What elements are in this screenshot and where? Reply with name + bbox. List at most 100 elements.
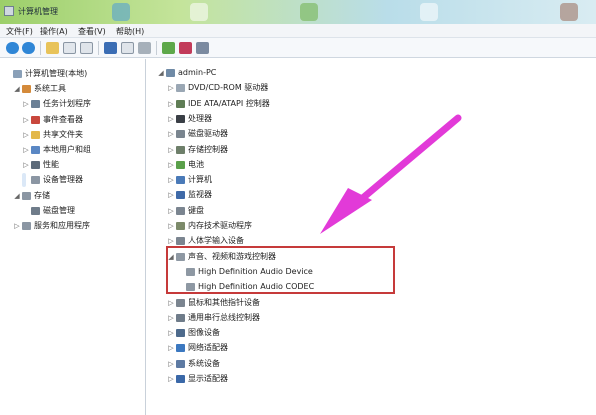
properties-icon[interactable] bbox=[80, 42, 93, 54]
tree-expander-icon[interactable]: ▷ bbox=[167, 188, 175, 202]
tree-expander-icon[interactable]: ▷ bbox=[167, 372, 175, 386]
tree-expander-icon[interactable]: ▷ bbox=[167, 173, 175, 187]
decor-blob bbox=[560, 3, 578, 21]
tree-expander-icon[interactable]: ▷ bbox=[167, 112, 175, 126]
up-folder-icon[interactable] bbox=[46, 42, 59, 54]
menu-help[interactable]: 帮助(H) bbox=[116, 26, 144, 37]
refresh-icon[interactable] bbox=[138, 42, 151, 54]
tree-expander-icon[interactable]: ▷ bbox=[22, 143, 30, 157]
tree-item-label: 共享文件夹 bbox=[43, 129, 83, 139]
hid-icon bbox=[176, 237, 185, 246]
ide-icon bbox=[176, 99, 185, 108]
computer-manage-app-icon bbox=[4, 6, 14, 16]
display-adapter-icon bbox=[176, 375, 185, 383]
tree-expander-icon[interactable]: ▷ bbox=[167, 127, 175, 141]
usb-icon bbox=[176, 313, 185, 322]
tree-item-label: 处理器 bbox=[188, 113, 212, 123]
tree-expander-icon[interactable]: ▷ bbox=[13, 219, 21, 233]
battery-icon bbox=[176, 160, 185, 169]
tree-item-label: DVD/CD-ROM 驱动器 bbox=[188, 83, 269, 93]
tree-expander-icon[interactable]: ◢ bbox=[157, 66, 165, 80]
scan-hardware-icon[interactable] bbox=[196, 42, 209, 54]
tree-item-label: 网络适配器 bbox=[188, 343, 228, 353]
pc-icon bbox=[166, 69, 175, 77]
toolbar-separator bbox=[40, 41, 41, 55]
services-icon bbox=[22, 222, 31, 230]
tree-item-label: 服务和应用程序 bbox=[34, 221, 90, 230]
tree-item-label: 系统工具 bbox=[34, 84, 66, 94]
tree-item-label: 图像设备 bbox=[188, 328, 220, 338]
tree-item-label: 计算机 bbox=[188, 175, 212, 185]
tree-expander-icon[interactable]: ▷ bbox=[22, 97, 30, 111]
performance-icon bbox=[31, 161, 40, 170]
tree-item[interactable]: 设备管理器 bbox=[22, 173, 83, 188]
tree-item-label: 系统设备 bbox=[188, 358, 220, 368]
tree-item-label: admin-PC bbox=[178, 68, 217, 77]
decor-blob bbox=[420, 3, 438, 21]
tree-expander-icon[interactable]: ▷ bbox=[167, 219, 175, 233]
menu-file[interactable]: 文件(F) bbox=[6, 26, 33, 37]
toolbar-separator bbox=[98, 41, 99, 55]
tree-item-label: 电池 bbox=[188, 159, 204, 169]
tree-expander-icon[interactable]: ▷ bbox=[167, 296, 175, 310]
tree-item-label: 鼠标和其他指针设备 bbox=[188, 297, 260, 307]
memory-icon bbox=[176, 222, 185, 230]
toolbar-separator bbox=[156, 41, 157, 55]
tree-expander-icon[interactable]: ◢ bbox=[13, 189, 21, 203]
menu-action[interactable]: 操作(A) bbox=[40, 26, 68, 37]
window-title: 计算机管理 bbox=[18, 7, 58, 16]
tree-expander-icon[interactable]: ▷ bbox=[22, 128, 30, 142]
decor-blob bbox=[190, 3, 208, 21]
shared-folder-icon bbox=[31, 130, 40, 139]
help-icon[interactable] bbox=[104, 42, 117, 54]
tree-expander-icon[interactable]: ◢ bbox=[13, 82, 21, 96]
title-bar: 计算机管理 bbox=[0, 0, 596, 24]
dvd-icon bbox=[176, 84, 185, 93]
menu-bar: 文件(F) 操作(A) 查看(V) 帮助(H) bbox=[0, 24, 596, 38]
tree-item-label: 性能 bbox=[43, 160, 59, 170]
tree-item-label: 显示适配器 bbox=[188, 374, 228, 383]
back-arrow-icon[interactable] bbox=[6, 42, 19, 54]
uninstall-icon[interactable] bbox=[179, 42, 192, 54]
mouse-icon bbox=[176, 298, 185, 307]
computer-manage-icon bbox=[13, 70, 22, 78]
menu-view[interactable]: 查看(V) bbox=[78, 26, 106, 37]
device-manager-icon bbox=[31, 176, 40, 185]
decor-blob bbox=[300, 3, 318, 21]
update-driver-icon[interactable] bbox=[162, 42, 175, 54]
users-icon bbox=[31, 146, 40, 154]
tree-expander-icon[interactable]: ▷ bbox=[22, 113, 30, 127]
tree-expander-icon[interactable]: ▷ bbox=[167, 204, 175, 218]
tree-expander-icon[interactable]: ▷ bbox=[167, 97, 175, 111]
tree-expander-icon[interactable]: ▷ bbox=[22, 158, 30, 172]
tree-expander-icon[interactable]: ▷ bbox=[167, 357, 175, 371]
tree-expander-icon[interactable]: ▷ bbox=[167, 158, 175, 172]
clock-icon bbox=[31, 100, 40, 109]
toolbar bbox=[0, 38, 596, 58]
tree-item-label: 磁盘驱动器 bbox=[188, 129, 228, 139]
decor-blob bbox=[112, 3, 130, 21]
disk-drive-icon bbox=[176, 130, 185, 139]
tree-item-label: 计算机管理(本地) bbox=[25, 69, 88, 78]
keyboard-icon bbox=[176, 206, 185, 215]
tree-item-label: 存储控制器 bbox=[188, 144, 228, 154]
navigation-tree-pane[interactable]: 计算机管理(本地) ◢ 系统工具 ▷ 任务计划程序 ▷ 事件查看器 ▷ 共享文件夹 ▷ 本地用户和组… bbox=[0, 59, 146, 415]
cpu-icon bbox=[176, 114, 185, 123]
tree-expander-icon[interactable]: ▷ bbox=[167, 81, 175, 95]
tree-item-label: 设备管理器 bbox=[43, 175, 83, 185]
network-icon bbox=[176, 344, 185, 353]
tree-item-label: 任务计划程序 bbox=[43, 99, 91, 109]
forward-arrow-icon[interactable] bbox=[22, 42, 35, 54]
monitor-icon bbox=[176, 191, 185, 200]
tree-item-label: 通用串行总线控制器 bbox=[188, 312, 260, 322]
tree-expander-icon[interactable]: ▷ bbox=[167, 341, 175, 355]
tree-expander-icon[interactable]: ▷ bbox=[167, 143, 175, 157]
storage-icon bbox=[22, 191, 31, 200]
show-tree-icon[interactable] bbox=[63, 42, 76, 54]
export-icon[interactable] bbox=[121, 42, 134, 54]
tools-icon bbox=[22, 85, 31, 94]
device-tree-pane[interactable]: ◢ admin-PC ▷ DVD/CD-ROM 驱动器 ▷ IDE ATA/ATAPI 控… bbox=[147, 59, 596, 415]
tree-expander-icon[interactable]: ▷ bbox=[167, 326, 175, 340]
disk-icon bbox=[31, 206, 40, 215]
tree-expander-icon[interactable]: ▷ bbox=[167, 311, 175, 325]
